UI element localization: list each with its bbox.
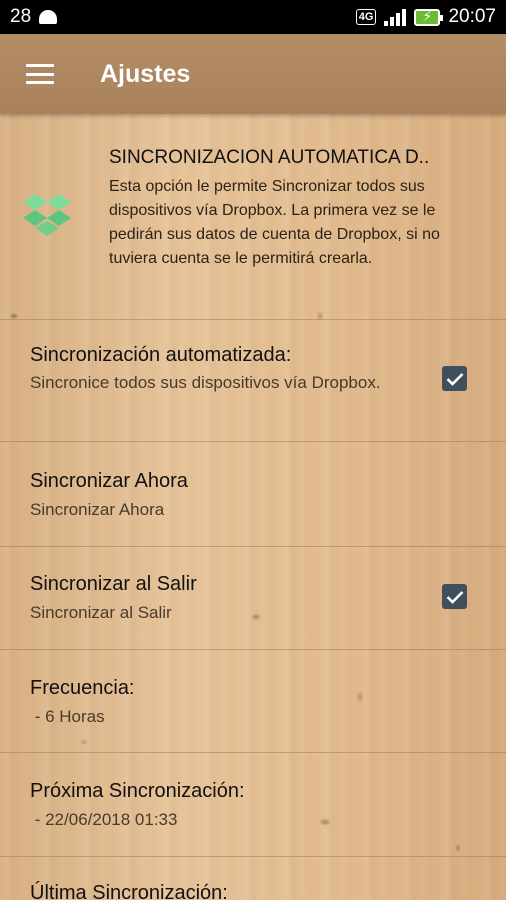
sync-on-exit-checkbox[interactable] [442, 584, 467, 609]
pref-auto-sync[interactable]: Sincronización automatizada: Sincronice … [0, 320, 506, 442]
pref-summary: Sincronizar Ahora [30, 500, 165, 519]
pref-title: Sincronización automatizada: [30, 344, 292, 366]
page-title: Ajustes [100, 59, 191, 88]
hamburger-menu-icon[interactable] [26, 64, 54, 84]
pref-title: Próxima Sincronización: [30, 780, 245, 802]
pref-title: Frecuencia: [30, 677, 135, 699]
status-bar: 28 4G ⚡ 20:07 [0, 0, 506, 34]
app-bar: Ajustes [0, 34, 506, 114]
intro-title: SINCRONIZACION AUTOMATICA D.. [109, 147, 430, 168]
pref-summary: Sincronizar al Salir [30, 603, 172, 622]
intro-description: Esta opción le permite Sincronizar todos… [109, 178, 440, 267]
battery-charging-icon: ⚡ [414, 8, 444, 26]
pref-summary: - 6 Horas [30, 707, 105, 726]
pref-title: Sincronizar al Salir [30, 573, 197, 595]
pref-title: Última Sincronización: [30, 882, 228, 900]
pref-summary: - 22/06/2018 01:33 [30, 810, 178, 829]
network-4g-badge: 4G [355, 9, 377, 25]
pref-last-sync[interactable]: Última Sincronización: [0, 857, 506, 900]
status-left-text: 28 [10, 6, 32, 27]
dropbox-icon [23, 194, 71, 236]
checkmark-icon [446, 590, 463, 604]
pref-sync-on-exit[interactable]: Sincronizar al Salir Sincronizar al Sali… [0, 547, 506, 650]
checkmark-icon [446, 372, 463, 386]
android-icon [39, 10, 58, 24]
pref-title: Sincronizar Ahora [30, 470, 188, 492]
status-time: 20:07 [448, 6, 496, 27]
pref-sync-now[interactable]: Sincronizar Ahora Sincronizar Ahora [0, 442, 506, 547]
pref-frequency[interactable]: Frecuencia: - 6 Horas [0, 650, 506, 753]
pref-summary: Sincronice todos sus dispositivos vía Dr… [30, 373, 381, 392]
signal-icon [384, 8, 407, 26]
pref-next-sync[interactable]: Próxima Sincronización: - 22/06/2018 01:… [0, 753, 506, 857]
auto-sync-checkbox[interactable] [442, 366, 467, 391]
